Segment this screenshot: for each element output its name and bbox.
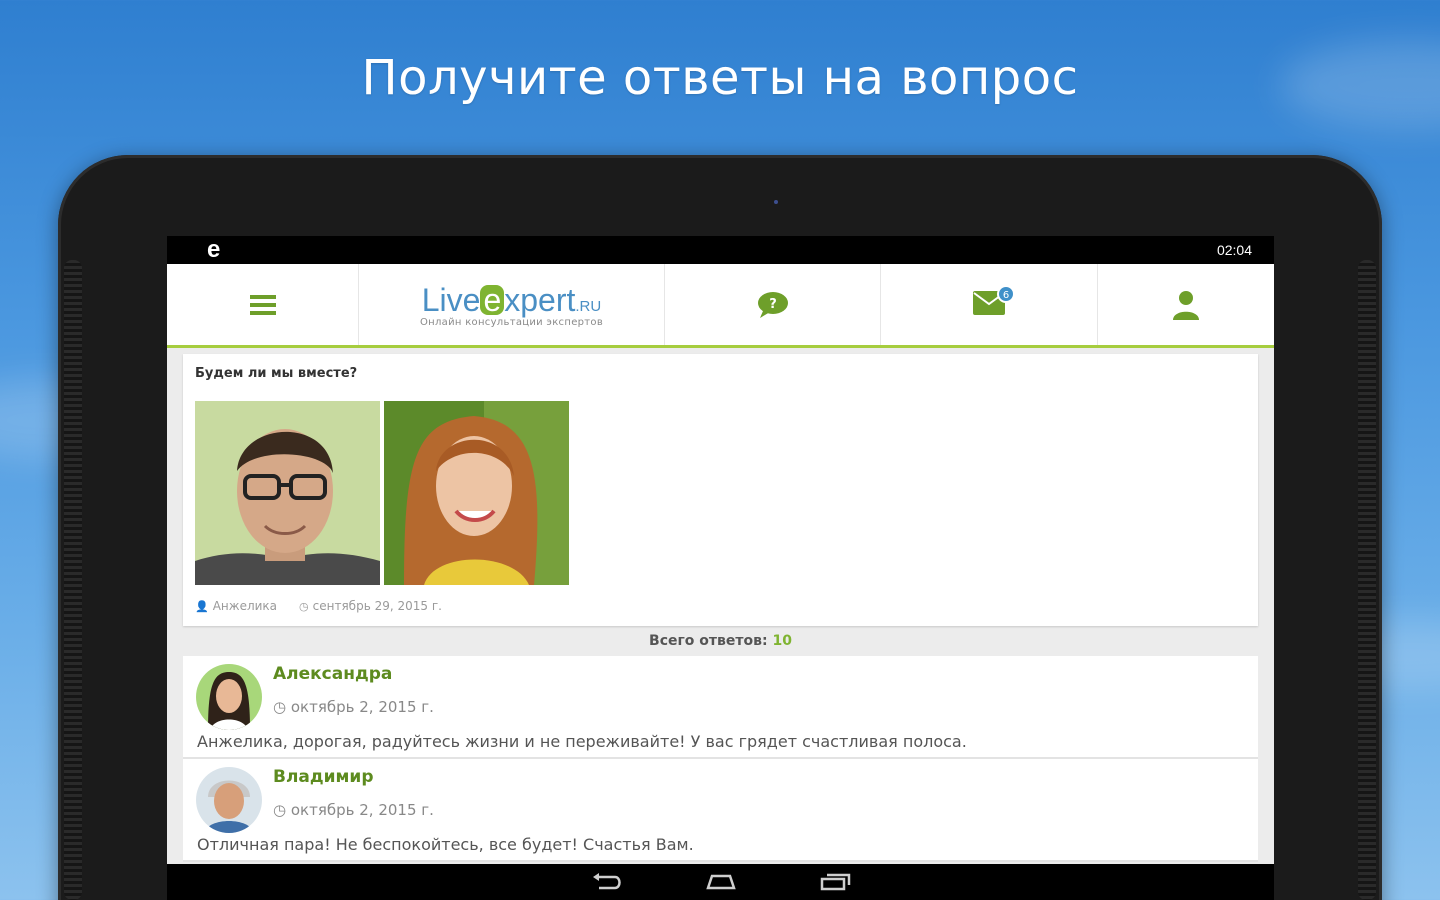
tablet-screen: e 02:04 Liveexpert.RU Онлайн консультаци…	[167, 236, 1274, 900]
recents-button[interactable]	[813, 870, 857, 894]
avatar[interactable]	[196, 664, 262, 730]
messages-button[interactable]: 6	[881, 264, 1098, 345]
back-button[interactable]	[585, 870, 629, 894]
speaker-grille-left	[64, 260, 82, 900]
menu-button[interactable]	[167, 264, 359, 345]
answer-item: Владимир ◷ октябрь 2, 2015 г. Отличная п…	[183, 759, 1258, 862]
man-photo[interactable]	[195, 401, 380, 585]
user-small-icon: 👤	[195, 600, 209, 613]
system-navigation-bar	[167, 864, 1274, 900]
profile-button[interactable]	[1098, 264, 1274, 345]
woman-photo[interactable]	[384, 401, 569, 585]
question-date: ◷ сентябрь 29, 2015 г.	[299, 599, 442, 613]
hamburger-icon	[249, 294, 276, 315]
home-icon	[705, 874, 736, 890]
answer-author[interactable]: Владимир	[273, 767, 374, 787]
answer-date: ◷ октябрь 2, 2015 г.	[273, 698, 434, 716]
chat-button[interactable]: ?	[665, 264, 881, 345]
question-card: Будем ли мы вместе? 👤 Анжелика ◷ сентябр…	[183, 354, 1258, 626]
unread-badge: 6	[997, 284, 1015, 303]
answer-item: Александра ◷ октябрь 2, 2015 г. Анжелика…	[183, 656, 1258, 759]
question-thread: Будем ли мы вместе? 👤 Анжелика ◷ сентябр…	[167, 348, 1274, 862]
back-icon	[592, 873, 621, 890]
clock-icon: ◷	[273, 801, 291, 819]
front-camera	[774, 200, 778, 204]
status-bar: e 02:04	[167, 236, 1274, 264]
app-notification-icon: e	[207, 236, 221, 263]
app-toolbar: Liveexpert.RU Онлайн консультации экспер…	[167, 264, 1274, 348]
svg-text:?: ?	[769, 297, 777, 312]
clock-icon: ◷	[273, 698, 291, 716]
question-author[interactable]: 👤 Анжелика	[195, 599, 277, 613]
liveexpert-logo: Liveexpert.RU Онлайн консультации экспер…	[419, 281, 604, 328]
clock-icon: ◷	[299, 600, 309, 613]
question-photos	[195, 401, 1246, 585]
logo-subtitle: Онлайн консультации экспертов	[419, 316, 604, 328]
chat-bubble-icon: ?	[757, 291, 788, 318]
promo-headline: Получите ответы на вопрос	[361, 50, 1079, 106]
answer-author[interactable]: Александра	[273, 664, 392, 684]
question-meta: 👤 Анжелика ◷ сентябрь 29, 2015 г.	[195, 599, 1246, 613]
user-icon	[1173, 290, 1199, 320]
avatar[interactable]	[196, 767, 262, 833]
logo-link[interactable]: Liveexpert.RU Онлайн консультации экспер…	[359, 264, 665, 345]
app-content: Liveexpert.RU Онлайн консультации экспер…	[167, 264, 1274, 864]
answers-total: Всего ответов: 10	[649, 633, 792, 649]
status-time: 02:04	[1216, 242, 1252, 258]
answer-text: Анжелика, дорогая, радуйтесь жизни и не …	[197, 732, 967, 751]
answer-date: ◷ октябрь 2, 2015 г.	[273, 801, 434, 819]
speaker-grille-right	[1358, 260, 1376, 900]
question-title: Будем ли мы вместе?	[195, 366, 358, 381]
mail-wrapper: 6	[973, 284, 1015, 319]
recents-icon	[820, 873, 850, 891]
answer-text: Отличная пара! Не беспокойтесь, все буде…	[197, 835, 694, 854]
home-button[interactable]	[699, 870, 743, 894]
